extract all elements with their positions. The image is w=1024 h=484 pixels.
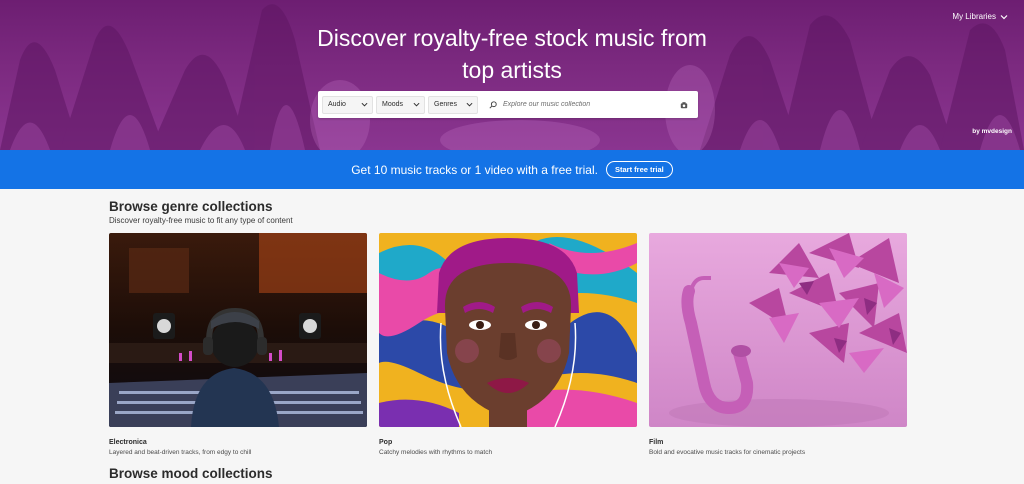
- genre-card-title: Film: [649, 439, 664, 446]
- genres-value: Genres: [434, 101, 457, 108]
- genre-card-title: Electronica: [109, 439, 147, 446]
- chevron-down-icon: [413, 102, 420, 107]
- search-field: [481, 96, 694, 114]
- start-free-trial-button[interactable]: Start free trial: [605, 161, 673, 178]
- genres-dropdown[interactable]: Genres: [428, 95, 478, 114]
- genre-card-description: Catchy melodies with rhythms to match: [379, 449, 493, 456]
- chevron-down-icon: [1000, 14, 1008, 19]
- genre-cards: Electronica Layered and beat-driven trac…: [109, 233, 909, 463]
- pop-illustration-image: [379, 233, 637, 427]
- search-bar: Audio Moods Genres: [318, 91, 698, 118]
- film-saxophone-image: [649, 233, 907, 427]
- section-subtitle: Discover royalty-free music to fit any t…: [109, 216, 293, 225]
- genre-card-description: Layered and beat-driven tracks, from edg…: [109, 449, 252, 456]
- search-icon: [489, 100, 497, 109]
- moods-dropdown[interactable]: Moods: [376, 95, 425, 114]
- hero-title: Discover royalty-free stock music from t…: [317, 25, 707, 83]
- genre-card-pop[interactable]: Pop Catchy melodies with rhythms to matc…: [379, 233, 637, 456]
- genre-card-electronica[interactable]: Electronica Layered and beat-driven trac…: [109, 233, 367, 456]
- asset-type-value: Audio: [328, 101, 346, 108]
- chevron-down-icon: [466, 102, 473, 107]
- moods-value: Moods: [382, 101, 404, 108]
- hero-banner: Discover royalty-free stock music from t…: [0, 0, 1024, 150]
- free-trial-text: Get 10 music tracks or 1 video with a fr…: [351, 162, 598, 177]
- genre-card-image: [109, 233, 367, 427]
- my-libraries-label: My Libraries: [952, 12, 996, 21]
- visual-search-icon[interactable]: [680, 101, 688, 109]
- genre-card-title: Pop: [379, 439, 393, 446]
- my-libraries-menu[interactable]: My Libraries: [952, 12, 1008, 21]
- image-credit: by mvdesign: [972, 128, 1012, 135]
- genre-card-description: Bold and evocative music tracks for cine…: [649, 449, 806, 456]
- mood-section-title: Browse mood collections: [109, 466, 273, 481]
- genre-card-image: [379, 233, 637, 427]
- electronica-studio-image: [109, 233, 367, 427]
- genre-section-header: Browse genre collections Discover royalt…: [109, 199, 909, 225]
- chevron-down-icon: [361, 102, 368, 107]
- free-trial-banner: Get 10 music tracks or 1 video with a fr…: [0, 150, 1024, 189]
- genre-card-film[interactable]: Film Bold and evocative music tracks for…: [649, 233, 907, 456]
- asset-type-dropdown[interactable]: Audio: [322, 95, 373, 114]
- genre-card-image: [649, 233, 907, 427]
- search-input[interactable]: [503, 101, 663, 108]
- section-title: Browse genre collections: [109, 199, 273, 214]
